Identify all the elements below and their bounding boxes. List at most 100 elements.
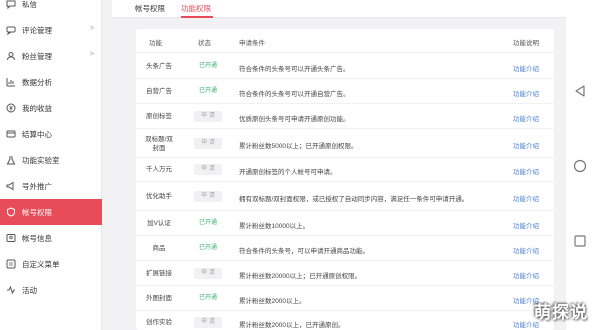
sidebar-item-label: 号外推广: [22, 181, 52, 191]
sidebar-item-label: 帐号权限: [22, 207, 52, 217]
function-name: 双标题/双封面: [145, 136, 173, 152]
status-enabled-badge: 已开通: [198, 245, 217, 251]
back-icon[interactable]: [573, 84, 587, 98]
app-screen: 私信 评论管理 > 粉丝管理 > 数据分析 我的收益 结算中心 功能实验室 号外推广 帐号权限 帐号信…: [0, 0, 566, 330]
apply-condition: 累计粉丝数20000以上；已开通原创权限。: [239, 273, 362, 280]
sidebar-item-9[interactable]: 帐号信息: [0, 225, 102, 251]
apply-button[interactable]: 申 请: [194, 138, 222, 149]
sidebar-item-label: 数据分析: [22, 77, 52, 87]
table-row: 原创标签 申 请 优质原创头条号可申请开通原创功能。 功能介绍: [136, 104, 554, 129]
function-intro-link[interactable]: 功能介绍: [513, 270, 551, 280]
sidebar-item-label: 活动: [22, 285, 37, 295]
table-header: 功能 状态 申请条件 功能说明: [136, 29, 554, 53]
table-row: 头条广告 已开通 符合条件的头条号可以开通头条广告。 功能介绍: [136, 54, 554, 79]
sidebar: 私信 评论管理 > 粉丝管理 > 数据分析 我的收益 结算中心 功能实验室 号外推广 帐号权限 帐号信…: [0, 0, 102, 330]
promo-icon: [6, 181, 16, 191]
function-intro-link[interactable]: 功能介绍: [513, 63, 551, 73]
table-row: 双标题/双封面 申 请 累计粉丝数5000以上；已开通原创权限。 功能介绍: [136, 129, 554, 158]
function-name: 千人万元: [146, 166, 172, 173]
sidebar-item-label: 评论管理: [22, 25, 52, 35]
sidebar-item-11[interactable]: 活动: [0, 277, 102, 303]
function-name: 加V认证: [147, 220, 171, 227]
function-intro-link[interactable]: 功能介绍: [513, 245, 551, 255]
sidebar-item-6[interactable]: 功能实验室: [0, 147, 102, 173]
apply-button[interactable]: 申 请: [194, 111, 222, 122]
tab-function-permission[interactable]: 功能权限: [181, 3, 211, 14]
apply-condition: 累计粉丝数5000以上；已开通原创权限。: [239, 143, 358, 150]
apply-button[interactable]: 申 请: [194, 191, 222, 202]
function-intro-link[interactable]: 功能介绍: [513, 88, 551, 98]
function-name: 优化助手: [146, 193, 172, 200]
sidebar-item-8[interactable]: 帐号权限: [0, 199, 102, 225]
table-row: 优化助手 申 请 拥有双标题/双封面权限，或已授权了自动同步内容，满足任一条件可申请…: [136, 182, 554, 211]
header-description: 功能说明: [513, 40, 539, 47]
tab-bar: 帐号权限 功能权限: [112, 0, 566, 18]
chart-icon: [6, 77, 16, 87]
function-name: 商品: [152, 245, 166, 252]
main-panel: 帐号权限 功能权限 功能 状态 申请条件 功能说明 头条广告 已开通 符合条件的头条…: [112, 0, 566, 330]
fans-icon: [6, 51, 16, 61]
table-row: 外图封面 已开通 累计粉丝数2000以上。 功能介绍: [136, 286, 554, 311]
home-icon[interactable]: [573, 159, 587, 173]
comment-icon: [6, 25, 16, 35]
status-enabled-badge: 已开通: [198, 88, 217, 94]
watermark: 萌探说: [528, 290, 594, 330]
settlement-icon: [6, 129, 16, 139]
sidebar-item-2[interactable]: 粉丝管理 >: [0, 43, 102, 69]
sidebar-item-4[interactable]: 我的收益: [0, 95, 102, 121]
recents-icon[interactable]: [573, 234, 587, 248]
sidebar-item-label: 功能实验室: [22, 155, 60, 165]
sidebar-item-label: 我的收益: [22, 103, 52, 113]
system-nav-bar: [566, 0, 594, 330]
apply-button[interactable]: 申 请: [194, 317, 222, 328]
function-intro-link[interactable]: 功能介绍: [513, 193, 551, 203]
header-status: 状态: [198, 40, 211, 47]
sidebar-item-label: 自定义菜单: [22, 259, 60, 269]
apply-condition: 符合条件的头条号可以开通头条广告。: [239, 66, 350, 73]
activity-icon: [6, 285, 16, 295]
function-name: 创作实验: [146, 319, 172, 326]
apply-condition: 符合条件的头条号，可以申请开通商品功能。: [239, 248, 369, 255]
function-intro-link[interactable]: 功能介绍: [513, 166, 551, 176]
sidebar-item-5[interactable]: 结算中心: [0, 121, 102, 147]
sidebar-item-7[interactable]: 号外推广: [0, 173, 102, 199]
function-name: 扩展链接: [146, 270, 172, 277]
sidebar-item-0[interactable]: 私信: [0, 0, 102, 17]
active-tab-indicator: [181, 16, 213, 18]
status-enabled-badge: 已开通: [198, 220, 217, 226]
apply-condition: 符合条件的头条号可以开通自营广告。: [239, 91, 350, 98]
function-intro-link[interactable]: 功能介绍: [513, 220, 551, 230]
function-name: 头条广告: [146, 63, 172, 70]
table-row: 商品 已开通符合条件的头条号，可以申请开通商品功能。 功能介绍: [136, 236, 554, 261]
chevron-right-icon: >: [89, 51, 94, 58]
tab-account-permission[interactable]: 帐号权限: [135, 3, 165, 14]
sidebar-item-label: 结算中心: [22, 129, 52, 139]
apply-condition: 累计粉丝数2000以上，已开通原创。: [239, 322, 345, 329]
sidebar-item-label: 帐号信息: [22, 233, 52, 243]
table-row: 自营广告 已开通 符合条件的头条号可以开通自营广告。 功能介绍: [136, 79, 554, 104]
sidebar-item-1[interactable]: 评论管理 >: [0, 17, 102, 43]
apply-condition: 累计粉丝数2000以上。: [239, 298, 306, 305]
table-row: 创作实验申 请累计粉丝数2000以上，已开通原创。 功能介绍: [136, 311, 554, 330]
apply-condition: 开通原创标签的个人帐号可申请。: [239, 169, 337, 176]
sidebar-item-10[interactable]: 自定义菜单: [0, 251, 102, 277]
apply-condition: 优质原创头条号可申请开通原创功能。: [239, 116, 350, 123]
apply-condition: 累计粉丝数10000以上。: [239, 223, 310, 230]
income-icon: [6, 103, 16, 113]
status-enabled-badge: 已开通: [198, 295, 217, 301]
function-name: 原创标签: [146, 113, 172, 120]
message-icon: [6, 0, 16, 9]
apply-button[interactable]: 申 请: [194, 164, 222, 175]
watermark-text: 萌探说: [534, 302, 588, 323]
function-intro-link[interactable]: 功能介绍: [513, 140, 551, 150]
permission-table: 功能 状态 申请条件 功能说明 头条广告已开通 符合条件的头条号可以开通头条广告。…: [136, 29, 554, 330]
table-row: 扩展链接 申 请 累计粉丝数20000以上；已开通原创权限。 功能介绍: [136, 261, 554, 286]
sidebar-item-label: 私信: [22, 0, 37, 9]
apply-button[interactable]: 申 请: [194, 268, 222, 279]
lab-icon: [6, 155, 16, 165]
user-icon: [6, 233, 16, 243]
sidebar-item-3[interactable]: 数据分析: [0, 69, 102, 95]
apply-condition: 拥有双标题/双封面权限，或已授权了自动同步内容，满足任一条件可申请开通。: [239, 196, 469, 203]
function-intro-link[interactable]: 功能介绍: [513, 113, 551, 123]
header-condition: 申请条件: [239, 40, 265, 47]
